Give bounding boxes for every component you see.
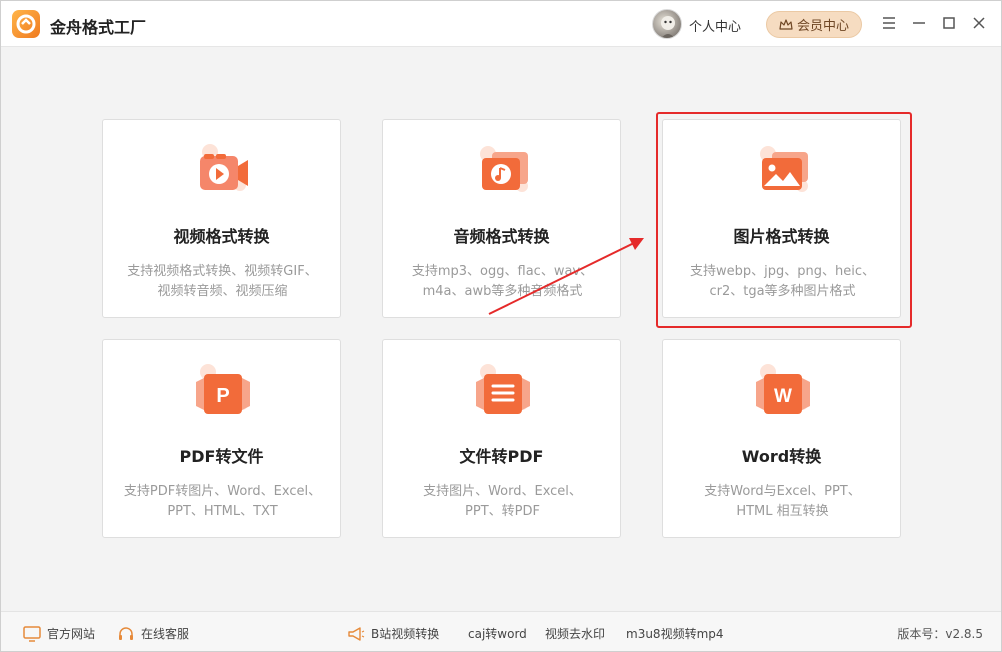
footer-link-watermark[interactable]: 视频去水印 [545,625,605,642]
official-site-label: 官方网站 [47,627,96,641]
vip-center-button[interactable]: 会员中心 [766,11,862,38]
audio-icon [470,140,536,200]
card-title: PDF转文件 [179,447,264,466]
close-icon[interactable] [970,14,988,32]
card-description: 支持视频格式转换、视频转GIF、 视频转音频、视频压缩 [115,262,330,302]
megaphone-icon [348,626,365,641]
card-title: Word转换 [741,447,822,466]
avatar[interactable] [652,9,682,39]
headset-icon [119,626,133,640]
video-icon [190,140,256,200]
desc-line: 支持视频格式转换、视频转GIF、 [127,264,318,279]
title-bar: 金舟格式工厂 个人中心 会员中心 [1,1,1001,47]
card-description: 支持mp3、ogg、flac、wav、 m4a、awb等多种音频格式 [395,262,610,302]
card-title: 文件转PDF [459,447,544,466]
desc-line: cr2、tga等多种图片格式 [709,284,856,299]
card-word-convert[interactable]: W Word转换 支持Word与Excel、PPT、 HTML 相互转换 [662,339,901,538]
pdf-p-icon: P [190,360,256,420]
document-icon [470,360,536,420]
card-description: 支持Word与Excel、PPT、 HTML 相互转换 [675,482,890,522]
card-image-convert[interactable]: 图片格式转换 支持webp、jpg、png、heic、 cr2、tga等多种图片… [662,119,901,318]
monitor-icon [23,625,41,642]
desc-line: 支持图片、Word、Excel、 [423,484,582,499]
footer-link-caj[interactable]: caj转word [468,625,527,642]
card-pdf-to-file[interactable]: P PDF转文件 支持PDF转图片、Word、Excel、 PPT、HTML、T… [102,339,341,538]
card-description: 支持PDF转图片、Word、Excel、 PPT、HTML、TXT [115,482,330,522]
official-site-link[interactable]: 官方网站 [23,625,95,642]
crown-icon [779,18,793,30]
footer-link-label: m3u8视频转mp4 [626,627,724,641]
footer-link-label: B站视频转换 [371,627,440,641]
footer-link-bilibili[interactable]: B站视频转换 [347,625,439,642]
desc-line: m4a、awb等多种音频格式 [422,284,583,299]
card-title: 视频格式转换 [173,227,270,246]
desc-line: 支持webp、jpg、png、heic、 [690,264,875,279]
card-video-convert[interactable]: 视频格式转换 支持视频格式转换、视频转GIF、 视频转音频、视频压缩 [102,119,341,318]
desc-line: PPT、HTML、TXT [167,504,278,519]
minimize-icon[interactable] [910,14,928,32]
card-description: 支持webp、jpg、png、heic、 cr2、tga等多种图片格式 [675,262,890,302]
desc-line: PPT、转PDF [465,504,540,519]
personal-center-link[interactable]: 个人中心 [689,16,741,35]
svg-text:W: W [774,386,792,407]
vip-center-label: 会员中心 [796,19,849,34]
footer-bar: 官方网站 在线客服 B站视频转换 caj转word 视频去水印 m3u8视频转m… [1,611,1001,651]
card-file-to-pdf[interactable]: 文件转PDF 支持图片、Word、Excel、 PPT、转PDF [382,339,621,538]
footer-link-m3u8[interactable]: m3u8视频转mp4 [626,625,724,642]
card-description: 支持图片、Word、Excel、 PPT、转PDF [395,482,610,522]
svg-text:P: P [216,385,229,407]
footer-link-label: caj转word [468,627,527,641]
card-title: 图片格式转换 [733,227,830,246]
online-service-link[interactable]: 在线客服 [117,625,189,642]
desc-line: 支持Word与Excel、PPT、 [704,484,861,499]
word-w-icon: W [750,360,816,420]
desc-line: 支持mp3、ogg、flac、wav、 [411,264,594,279]
image-icon [750,140,816,200]
card-title: 音频格式转换 [453,227,550,246]
app-logo-icon [12,10,40,38]
online-service-label: 在线客服 [141,627,190,641]
desc-line: 支持PDF转图片、Word、Excel、 [123,484,322,499]
version-label: 版本号：v2.8.5 [897,627,983,641]
desc-line: HTML 相互转换 [736,504,829,519]
app-title: 金舟格式工厂 [50,18,147,37]
footer-link-label: 视频去水印 [545,627,606,641]
app-window: 金舟格式工厂 个人中心 会员中心 视频格式转换 支持视频格式转换、视频转GIF、… [0,0,1002,652]
card-audio-convert[interactable]: 音频格式转换 支持mp3、ogg、flac、wav、 m4a、awb等多种音频格… [382,119,621,318]
menu-icon[interactable] [880,14,898,32]
desc-line: 视频转音频、视频压缩 [157,284,288,299]
maximize-icon[interactable] [940,14,958,32]
